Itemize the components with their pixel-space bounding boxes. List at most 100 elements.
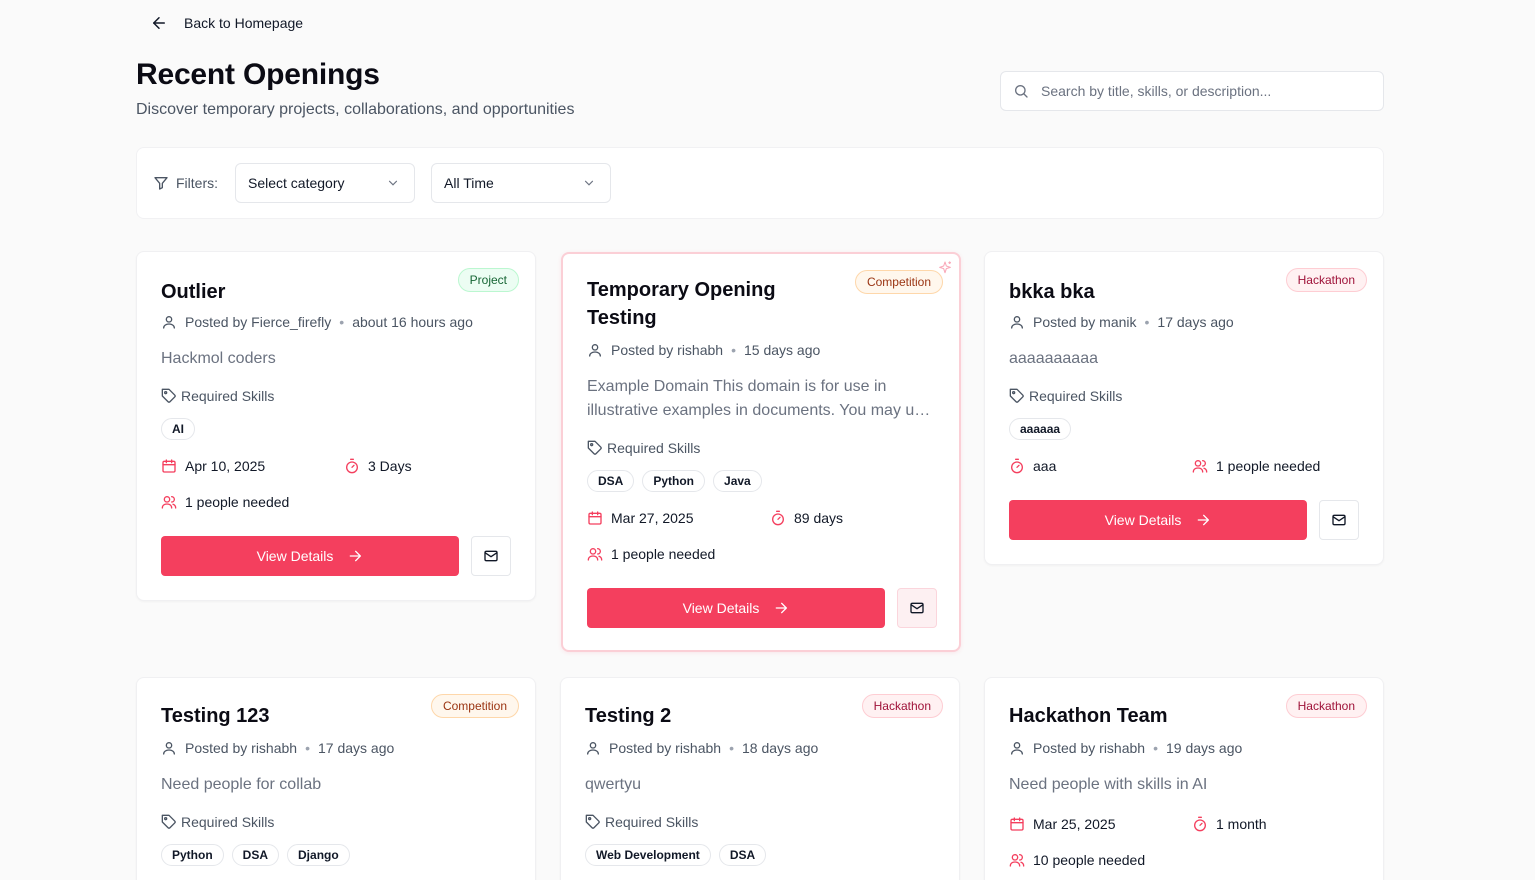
timer-icon: [1194, 816, 1206, 832]
user-icon: [163, 316, 175, 329]
search-input[interactable]: [1041, 83, 1361, 99]
tag-icon: [1009, 388, 1024, 403]
required-skills-label: Required Skills: [181, 388, 275, 404]
page-title: Recent Openings: [136, 58, 380, 91]
skill-tag: aaaaaa: [1009, 418, 1072, 440]
opening-card-featured: Competition Temporary Opening Testing Po…: [561, 252, 961, 652]
card-people-needed: 10 people needed: [1033, 852, 1146, 868]
posted-by-label: Posted by: [1033, 740, 1096, 756]
arrow-right-icon: [776, 602, 788, 614]
posted-by-label: Posted by: [609, 740, 672, 756]
skill-tags: Web Development DSA: [585, 844, 767, 866]
card-title: Hackathon Team: [1009, 705, 1168, 727]
card-meta: Posted by rishabh • 19 days ago: [1009, 738, 1242, 758]
skill-tag: Java: [713, 470, 762, 492]
card-actions: View Details: [1009, 500, 1359, 540]
card-posted-time: 17 days ago: [317, 740, 395, 756]
contact-button[interactable]: [471, 536, 511, 576]
back-to-homepage-link[interactable]: Back to Homepage: [150, 12, 303, 34]
calendar-icon: [588, 511, 602, 525]
search-box: [1000, 71, 1384, 111]
view-details-button[interactable]: View Details: [161, 536, 459, 576]
card-info-row: Mar 25, 2025 1 month: [1009, 814, 1267, 834]
skill-tags: DSA Python Java: [587, 470, 762, 492]
user-icon: [589, 344, 601, 357]
required-skills-label: Required Skills: [1029, 388, 1123, 404]
skill-tag: AI: [161, 418, 195, 440]
back-label: Back to Homepage: [184, 15, 304, 31]
skill-tag: Django: [287, 844, 350, 866]
timer-icon: [772, 510, 784, 526]
opening-card: Hackathon Hackathon Team Posted by risha…: [984, 677, 1384, 880]
view-details-label: View Details: [1104, 512, 1182, 528]
card-duration: 1 month: [1216, 816, 1267, 832]
tag-icon: [161, 814, 176, 829]
time-select[interactable]: All Time: [431, 163, 611, 203]
calendar-icon: [1010, 817, 1024, 831]
filters-label-group: Filters:: [153, 175, 218, 191]
card-meta: Posted by rishabh • 18 days ago: [585, 738, 818, 758]
posted-by-label: Posted by: [185, 740, 248, 756]
user-icon: [163, 742, 175, 755]
opening-card: Hackathon Testing 2 Posted by rishabh • …: [560, 677, 960, 880]
card-title: bkka bka: [1009, 281, 1095, 303]
mail-icon: [1332, 514, 1346, 526]
required-skills-heading: Required Skills: [161, 814, 274, 830]
required-skills-heading: Required Skills: [1009, 388, 1122, 404]
skill-tag: DSA: [587, 470, 635, 492]
card-author: Fierce_firefly: [251, 314, 332, 330]
category-select-value: Select category: [248, 175, 345, 191]
arrow-right-icon: [350, 550, 362, 562]
view-details-button[interactable]: View Details: [1009, 500, 1307, 540]
skill-tags: Python DSA Django: [161, 844, 350, 866]
required-skills-heading: Required Skills: [161, 388, 274, 404]
skill-tags: AI: [161, 418, 195, 440]
posted-by-label: Posted by: [611, 342, 674, 358]
card-people-needed: 1 people needed: [611, 546, 716, 562]
card-title: Testing 2: [585, 705, 672, 727]
mail-icon: [910, 602, 924, 614]
filters-label: Filters:: [176, 175, 218, 191]
card-meta: Posted by Fierce_firefly • about 16 hour…: [161, 312, 473, 332]
user-icon: [587, 742, 599, 755]
category-select[interactable]: Select category: [235, 163, 415, 203]
users-icon: [1009, 854, 1025, 867]
card-duration: aaa: [1033, 458, 1057, 474]
card-title: Temporary Opening Testing: [587, 279, 776, 329]
skill-tags: aaaaaa: [1009, 418, 1072, 440]
contact-button[interactable]: [1319, 500, 1359, 540]
category-badge: Competition: [430, 694, 519, 718]
contact-button[interactable]: [897, 588, 937, 628]
card-description: Example Domain This domain is for use in…: [587, 378, 932, 419]
category-badge: Competition: [854, 270, 943, 294]
skill-tag: Python: [161, 844, 224, 866]
card-info-row: Apr 10, 2025 3 Days: [161, 456, 412, 476]
card-author: rishabh: [1099, 740, 1146, 756]
card-author: rishabh: [251, 740, 298, 756]
card-description: aaaaaaaaaa: [1009, 350, 1098, 367]
card-duration: 89 days: [794, 510, 844, 526]
card-posted-time: 18 days ago: [741, 740, 819, 756]
category-badge: Hackathon: [1285, 268, 1367, 292]
view-details-button[interactable]: View Details: [587, 588, 885, 628]
card-title: Testing 123: [161, 705, 270, 727]
card-posted-time: 19 days ago: [1165, 740, 1243, 756]
filters-bar: Filters: Select category All Time: [136, 147, 1384, 219]
mail-icon: [484, 550, 498, 562]
card-meta: Posted by manik • 17 days ago: [1009, 312, 1234, 332]
filter-icon: [154, 177, 168, 190]
tag-icon: [585, 814, 600, 829]
arrow-right-icon: [1198, 514, 1210, 526]
card-people-row: 1 people needed: [161, 492, 289, 512]
card-people-needed: 1 people needed: [1216, 458, 1321, 474]
card-actions: View Details: [161, 536, 511, 576]
user-icon: [1011, 316, 1023, 329]
search-icon: [1015, 85, 1028, 98]
required-skills-label: Required Skills: [181, 814, 275, 830]
card-posted-time: about 16 hours ago: [352, 314, 473, 330]
sparkle-icon: [939, 261, 951, 274]
category-badge: Project: [457, 268, 519, 292]
card-meta: Posted by rishabh • 17 days ago: [161, 738, 394, 758]
card-author: rishabh: [675, 740, 722, 756]
posted-by-label: Posted by: [185, 314, 248, 330]
